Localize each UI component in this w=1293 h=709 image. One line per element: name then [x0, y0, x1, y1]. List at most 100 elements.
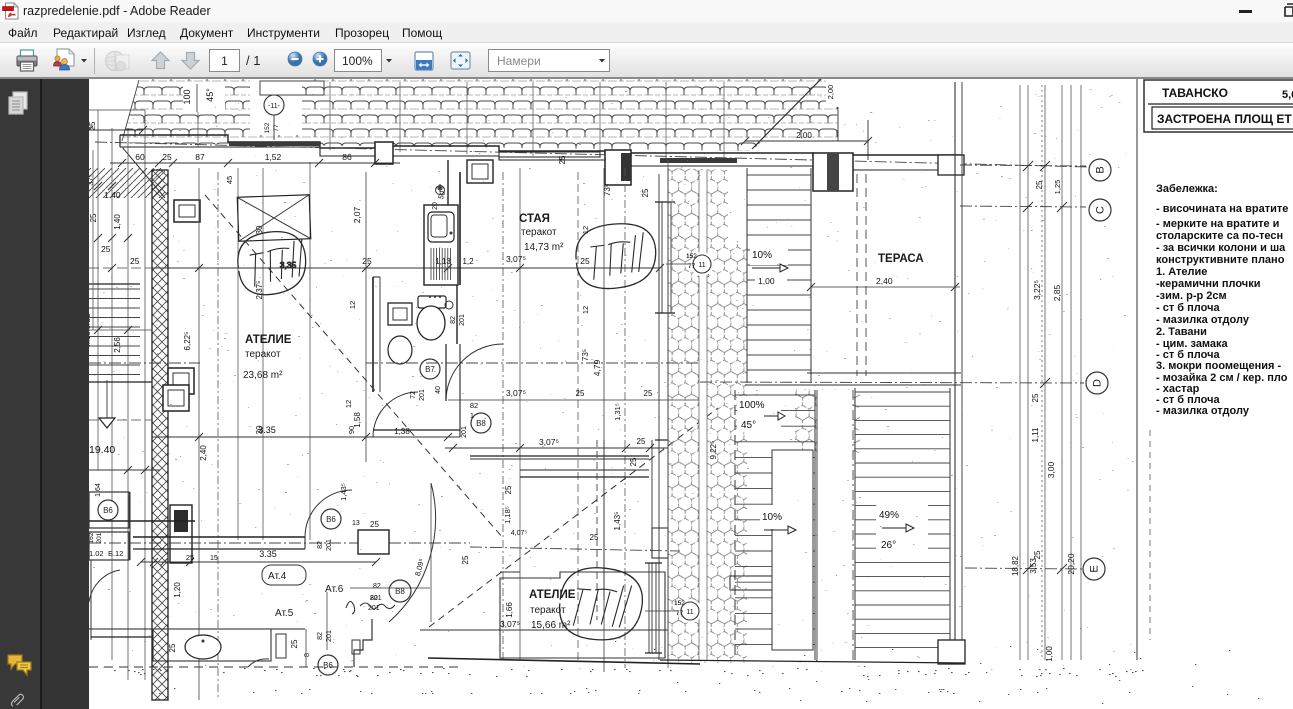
- svg-text:- мазилка отдолу: - мазилка отдолу: [1156, 314, 1250, 326]
- svg-text:2,56: 2,56: [113, 337, 122, 353]
- svg-text:3,35: 3,35: [280, 260, 297, 270]
- svg-text:77: 77: [676, 610, 684, 617]
- svg-text:2,00: 2,00: [826, 85, 835, 100]
- svg-text:1,20: 1,20: [173, 582, 182, 598]
- svg-text:50: 50: [436, 190, 447, 201]
- svg-text:2,40: 2,40: [876, 276, 893, 286]
- svg-text:1,40: 1,40: [113, 214, 122, 230]
- svg-text:Ат.5: Ат.5: [275, 608, 294, 619]
- svg-text:82: 82: [370, 595, 378, 602]
- svg-text:АТЕЛИЕ: АТЕЛИЕ: [529, 589, 576, 601]
- svg-text:40: 40: [435, 386, 442, 394]
- svg-text:45: 45: [225, 176, 234, 184]
- svg-text:1,00: 1,00: [758, 276, 775, 286]
- svg-text:45°: 45°: [741, 420, 756, 431]
- svg-text:3,22⁵: 3,22⁵: [1032, 280, 1042, 300]
- svg-text:-керамични плочки: -керамични плочки: [1156, 278, 1260, 290]
- svg-text:D: D: [1092, 379, 1104, 387]
- svg-text:25: 25: [641, 188, 650, 197]
- svg-text:2,00: 2,00: [796, 131, 812, 140]
- svg-text:1,11: 1,11: [1031, 427, 1040, 443]
- svg-text:25: 25: [1035, 180, 1044, 189]
- svg-text:теракот: теракот: [521, 227, 557, 238]
- svg-text:73⁵: 73⁵: [581, 349, 590, 361]
- svg-text:ТАВАНСКО: ТАВАНСКО: [1162, 86, 1228, 100]
- svg-text:82: 82: [373, 583, 381, 590]
- svg-text:1. Ателие: 1. Ателие: [1156, 266, 1207, 278]
- svg-text:3,07⁵: 3,07⁵: [539, 437, 559, 447]
- svg-text:152: 152: [674, 600, 685, 607]
- svg-text:3,07⁵: 3,07⁵: [506, 254, 526, 264]
- svg-text:13: 13: [352, 520, 360, 527]
- svg-text:15,66 m²: 15,66 m²: [531, 620, 571, 631]
- svg-text:100%: 100%: [739, 400, 765, 411]
- svg-text:82: 82: [317, 541, 324, 549]
- svg-text:87: 87: [195, 152, 205, 162]
- svg-text:1,38: 1,38: [394, 427, 410, 436]
- svg-text:25: 25: [290, 639, 299, 648]
- svg-text:1,52: 1,52: [265, 152, 282, 162]
- svg-text:25: 25: [130, 256, 140, 266]
- svg-text:25: 25: [162, 152, 172, 162]
- svg-text:АТЕЛИЕ: АТЕЛИЕ: [245, 334, 292, 346]
- svg-text:2,85: 2,85: [1052, 284, 1062, 301]
- svg-text:1,43⁵: 1,43⁵: [339, 483, 348, 501]
- svg-text:15: 15: [210, 555, 218, 562]
- svg-text:1: 1: [470, 413, 474, 420]
- svg-text:3,07⁵: 3,07⁵: [506, 388, 526, 398]
- svg-text:- за всички колони и ша: - за всички колони и ша: [1156, 242, 1286, 254]
- svg-text:25: 25: [629, 457, 638, 466]
- svg-text:В6: В6: [326, 515, 336, 524]
- svg-text:82: 82: [450, 316, 457, 324]
- svg-text:теракот: теракот: [245, 349, 281, 360]
- svg-text:1,58: 1,58: [353, 412, 362, 428]
- svg-text:25: 25: [576, 389, 585, 398]
- svg-text:152: 152: [264, 122, 271, 133]
- svg-text:1,00: 1,00: [1045, 646, 1054, 662]
- svg-text:77: 77: [273, 124, 280, 132]
- svg-text:49%: 49%: [879, 510, 899, 521]
- svg-text:конструктивните плано: конструктивните плано: [1156, 254, 1285, 266]
- svg-text:2,07: 2,07: [352, 206, 362, 223]
- svg-text:ТЕРАСА: ТЕРАСА: [878, 253, 924, 265]
- svg-text:4,79: 4,79: [592, 359, 602, 376]
- svg-text:73⁵: 73⁵: [603, 184, 612, 196]
- svg-text:25: 25: [89, 213, 98, 222]
- svg-text:В7: В7: [425, 365, 435, 374]
- svg-text:201: 201: [461, 426, 468, 438]
- svg-text:1,64: 1,64: [95, 483, 102, 497]
- svg-text:СТАЯ: СТАЯ: [519, 213, 550, 225]
- svg-text:3,00: 3,00: [1046, 461, 1056, 478]
- svg-text:2,37⁵: 2,37⁵: [255, 281, 264, 300]
- svg-text:Б.12: Б.12: [108, 549, 123, 558]
- svg-text:25: 25: [580, 256, 590, 266]
- svg-text:201: 201: [96, 532, 103, 543]
- svg-text:25: 25: [590, 533, 599, 542]
- svg-text:72: 72: [410, 391, 417, 399]
- svg-text:201: 201: [326, 539, 333, 551]
- svg-text:152: 152: [686, 253, 697, 260]
- svg-text:3. мокри поомещения -: 3. мокри поомещения -: [1156, 360, 1281, 372]
- svg-text:1,18⁵: 1,18⁵: [503, 506, 512, 524]
- svg-text:10%: 10%: [752, 250, 772, 261]
- svg-text:25: 25: [644, 389, 653, 398]
- svg-text:В8: В8: [476, 419, 486, 428]
- svg-text:20: 20: [432, 202, 439, 210]
- svg-text:1,2: 1,2: [462, 257, 474, 266]
- svg-text:162: 162: [89, 532, 95, 543]
- svg-text:Забележка:: Забележка:: [1156, 183, 1218, 195]
- svg-text:2,40: 2,40: [199, 445, 208, 461]
- svg-text:1,25: 1,25: [1053, 180, 1062, 195]
- svg-text:25: 25: [461, 555, 470, 564]
- svg-text:11: 11: [698, 262, 705, 269]
- svg-text:25: 25: [1033, 550, 1042, 559]
- svg-text:201: 201: [368, 605, 380, 612]
- svg-text:-11-: -11-: [268, 103, 281, 110]
- svg-text:1,43⁵: 1,43⁵: [613, 512, 622, 531]
- svg-text:12: 12: [581, 306, 590, 314]
- svg-text:77: 77: [688, 263, 696, 270]
- svg-text:4,07⁵: 4,07⁵: [511, 530, 528, 537]
- svg-text:25: 25: [637, 437, 646, 446]
- svg-text:5,6: 5,6: [1282, 89, 1293, 101]
- svg-text:3.35: 3.35: [259, 549, 277, 559]
